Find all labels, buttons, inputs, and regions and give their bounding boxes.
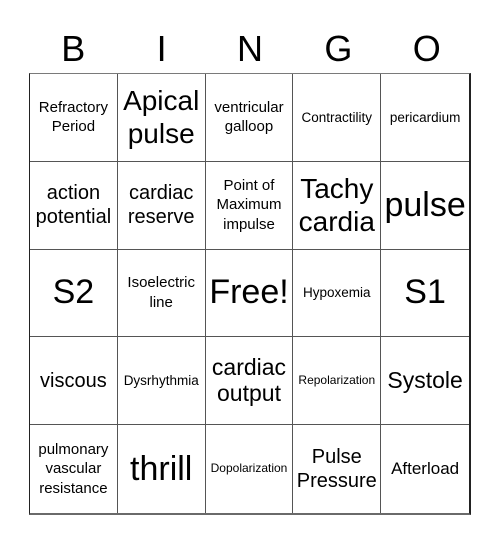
bingo-cell[interactable]: Afterload — [381, 425, 469, 513]
header-letter-b: B — [61, 28, 86, 69]
bingo-cell[interactable]: thrill — [118, 425, 206, 513]
bingo-cell[interactable]: pericardium — [381, 74, 469, 162]
bingo-cell[interactable]: Apical pulse — [117, 74, 206, 162]
header-letter-g: G — [324, 28, 353, 69]
bingo-cell[interactable]: pulse — [381, 162, 469, 250]
header-letter-n: N — [236, 28, 263, 69]
bingo-cell[interactable]: Contractility — [293, 74, 382, 162]
bingo-cell[interactable]: Isoelectric line — [117, 249, 206, 338]
bingo-cell[interactable]: Dopolarization — [206, 425, 294, 513]
bingo-grid: Refractory Period Apical pulse ventricul… — [29, 73, 471, 515]
bingo-cell[interactable]: Hypoxemia — [293, 249, 382, 338]
header-letter-o: O — [412, 28, 441, 69]
bingo-cell[interactable]: pulmonary vascular resistance — [30, 425, 118, 513]
bingo-cell[interactable]: Tachy cardia — [293, 161, 382, 250]
bingo-cell[interactable]: Repolarization — [293, 337, 382, 426]
bingo-cell[interactable]: cardiac output — [205, 337, 294, 426]
header-letter-i: I — [156, 28, 167, 69]
bingo-header: B I N G O — [29, 26, 471, 72]
bingo-cell[interactable]: S1 — [381, 250, 469, 338]
bingo-cell[interactable]: action potential — [30, 161, 118, 250]
bingo-cell[interactable]: cardiac reserve — [117, 161, 206, 250]
bingo-cell[interactable]: viscous — [30, 337, 118, 426]
bingo-cell[interactable]: Systole — [381, 337, 469, 426]
free-space-cell[interactable]: Free! — [205, 249, 294, 338]
bingo-cell[interactable]: Point of Maximum impulse — [205, 161, 294, 250]
bingo-cell[interactable]: Refractory Period — [30, 74, 118, 162]
bingo-cell[interactable]: Pulse Pressure — [293, 425, 382, 513]
bingo-cell[interactable]: S2 — [30, 249, 118, 338]
bingo-cell[interactable]: Dysrhythmia — [117, 337, 206, 426]
bingo-cell[interactable]: ventricular galloop — [205, 74, 294, 162]
